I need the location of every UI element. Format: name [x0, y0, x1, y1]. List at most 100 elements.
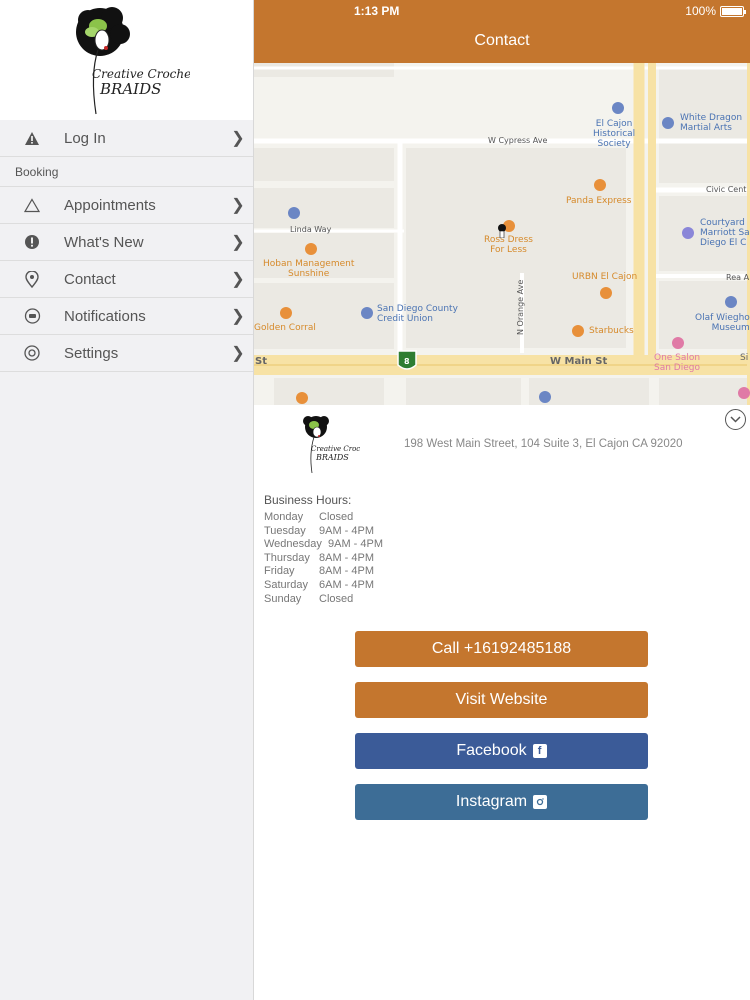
hours-time: 8AM - 4PM — [319, 551, 375, 564]
map-label-n-orange: N Orange Ave — [516, 279, 525, 335]
sidebar-item-label: Contact — [64, 270, 116, 288]
hours-day: Monday — [264, 511, 304, 523]
hours-time: 9AM - 4PM — [319, 524, 375, 537]
sidebar-item-label: Notifications — [64, 307, 146, 325]
sidebar-item-appointments[interactable]: Appointments ❯ — [0, 187, 253, 224]
hours-row-saturday: Saturday 6AM - 4PM — [264, 579, 383, 593]
sidebar: Creative Crochet BRAIDS Log In ❯ Booking… — [0, 0, 254, 1000]
map-label-rea: Rea A — [726, 273, 750, 282]
sidebar-item-label: Appointments — [64, 196, 156, 214]
facebook-button-label: Facebook — [456, 742, 527, 759]
map-label-urbn: URBN El Cajon — [572, 272, 638, 282]
map-label-courtyard: Courtyard Marriott Sa Diego El C — [700, 218, 750, 248]
map-label-one-salon: One Salon San Diego — [654, 353, 701, 373]
visit-website-button-label: Visit Website — [455, 691, 548, 708]
location-pin-icon — [0, 270, 64, 288]
sidebar-item-label: Settings — [64, 344, 119, 362]
business-location-pin-icon[interactable] — [497, 224, 507, 239]
sidebar-item-label: Log In — [64, 129, 106, 147]
hours-day: Tuesday — [264, 524, 306, 537]
status-time: 1:13 PM — [354, 4, 400, 18]
map-view[interactable]: El Cajon Historical Society White Dragon… — [254, 63, 750, 405]
logo-image: Creative Crochet BRAIDS — [76, 7, 190, 115]
instagram-button[interactable]: Instagram — [355, 784, 648, 820]
map-label-olaf: Olaf Wiegho Museum — [695, 313, 750, 333]
map-label-golden-corral: Golden Corral — [254, 323, 316, 333]
instagram-icon — [533, 795, 548, 809]
hours-time: 9AM - 4PM — [328, 538, 384, 551]
hours-row-friday: Friday 8AM - 4PM — [264, 565, 383, 579]
map-label-w-main: W Main St — [550, 356, 608, 367]
hours-day: Saturday — [264, 578, 309, 591]
chevron-right-icon: ❯ — [231, 234, 245, 251]
business-hours-list: Monday Closed Tuesday 9AM - 4PM Wednesday 9… — [264, 511, 383, 606]
hours-day: Thursday — [264, 551, 310, 564]
map-label-panda-express: Panda Express — [566, 196, 632, 206]
visit-website-button[interactable]: Visit Website — [355, 682, 648, 718]
brand-logo: Creative Crochet BRAIDS — [0, 0, 253, 120]
navigation-bar: 1:13 PM 100% Contact — [254, 0, 750, 63]
speech-bubble-icon — [0, 308, 64, 324]
battery-icon — [720, 5, 746, 17]
call-button-label: Call +16192485188 — [431, 640, 572, 657]
exclamation-icon — [0, 234, 64, 250]
logo-image-small: Creative Crochet BRAIDS — [303, 416, 372, 474]
sidebar-item-settings[interactable]: Settings ❯ — [0, 335, 253, 372]
map-label-w-cypress: W Cypress Ave — [488, 136, 548, 145]
collapse-button[interactable] — [725, 409, 746, 430]
map-label-white-dragon: White Dragon Martial Arts — [680, 113, 743, 133]
chevron-down-icon — [730, 416, 741, 423]
facebook-button[interactable]: Facebook f — [355, 733, 648, 769]
contact-card: Creative Crochet BRAIDS 198 West Main St… — [254, 405, 750, 1000]
logo-text-line1: Creative Crochet — [92, 67, 190, 81]
status-battery: 100% — [685, 4, 746, 18]
map-label-si: Si — [740, 353, 749, 363]
map-label-el-cajon-historical: El Cajon Historical Society — [593, 119, 636, 149]
business-hours-title: Business Hours: — [264, 493, 352, 507]
facebook-icon: f — [532, 744, 547, 758]
contact-screen: 1:13 PM 100% Contact El Cajon Historical… — [254, 0, 750, 1000]
map-label-starbucks: Starbucks — [589, 326, 634, 336]
map-label-civic-center: Civic Cent — [706, 185, 747, 194]
section-header-booking: Booking — [0, 157, 253, 187]
hours-row-sunday: Sunday Closed — [264, 593, 383, 607]
hours-time: 6AM - 4PM — [319, 578, 375, 591]
hours-day: Wednesday — [264, 538, 322, 551]
chevron-right-icon: ❯ — [231, 345, 245, 362]
business-address[interactable]: 198 West Main Street, 104 Suite 3, El Ca… — [404, 438, 683, 450]
hours-day: Friday — [264, 565, 295, 578]
page-title: Contact — [474, 32, 530, 49]
chevron-right-icon: ❯ — [231, 308, 245, 325]
hours-row-wednesday: Wednesday 9AM - 4PM — [264, 538, 383, 552]
chevron-right-icon: ❯ — [231, 130, 245, 147]
hours-row-monday: Monday Closed — [264, 511, 383, 525]
gear-icon — [0, 345, 64, 361]
warning-icon — [0, 131, 64, 146]
sidebar-item-label: What's New — [64, 233, 144, 251]
chevron-right-icon: ❯ — [231, 197, 245, 214]
card-brand-logo: Creative Crochet BRAIDS — [298, 413, 372, 480]
hours-row-tuesday: Tuesday 9AM - 4PM — [264, 525, 383, 539]
card-logo-text-line2: BRAIDS — [315, 453, 349, 462]
sidebar-item-notifications[interactable]: Notifications ❯ — [0, 298, 253, 335]
hours-day: Sunday — [264, 592, 302, 605]
call-button[interactable]: Call +16192485188 — [355, 631, 648, 667]
hours-time: Closed — [319, 511, 354, 523]
logo-text-line2: BRAIDS — [99, 80, 161, 98]
hours-time: 8AM - 4PM — [319, 565, 375, 578]
chevron-right-icon: ❯ — [231, 271, 245, 288]
battery-percentage: 100% — [685, 4, 716, 18]
map-label-hoban: Hoban Management Sunshine — [263, 259, 355, 279]
sidebar-item-log-in[interactable]: Log In ❯ — [0, 120, 253, 157]
hours-time: Closed — [319, 592, 354, 605]
sidebar-item-whats-new[interactable]: What's New ❯ — [0, 224, 253, 261]
triangle-icon — [0, 197, 64, 213]
sidebar-item-contact[interactable]: Contact ❯ — [0, 261, 253, 298]
map-label-st: St — [255, 356, 267, 367]
map-label-route-8: 8 — [404, 357, 410, 366]
map-label-ross: Ross Dress For Less — [484, 235, 533, 255]
card-logo-text-line1: Creative Crochet — [311, 445, 360, 453]
instagram-button-label: Instagram — [455, 793, 528, 810]
map-label-sd-credit-union: San Diego County Credit Union — [377, 304, 458, 324]
map-label-linda-way: Linda Way — [290, 225, 332, 234]
